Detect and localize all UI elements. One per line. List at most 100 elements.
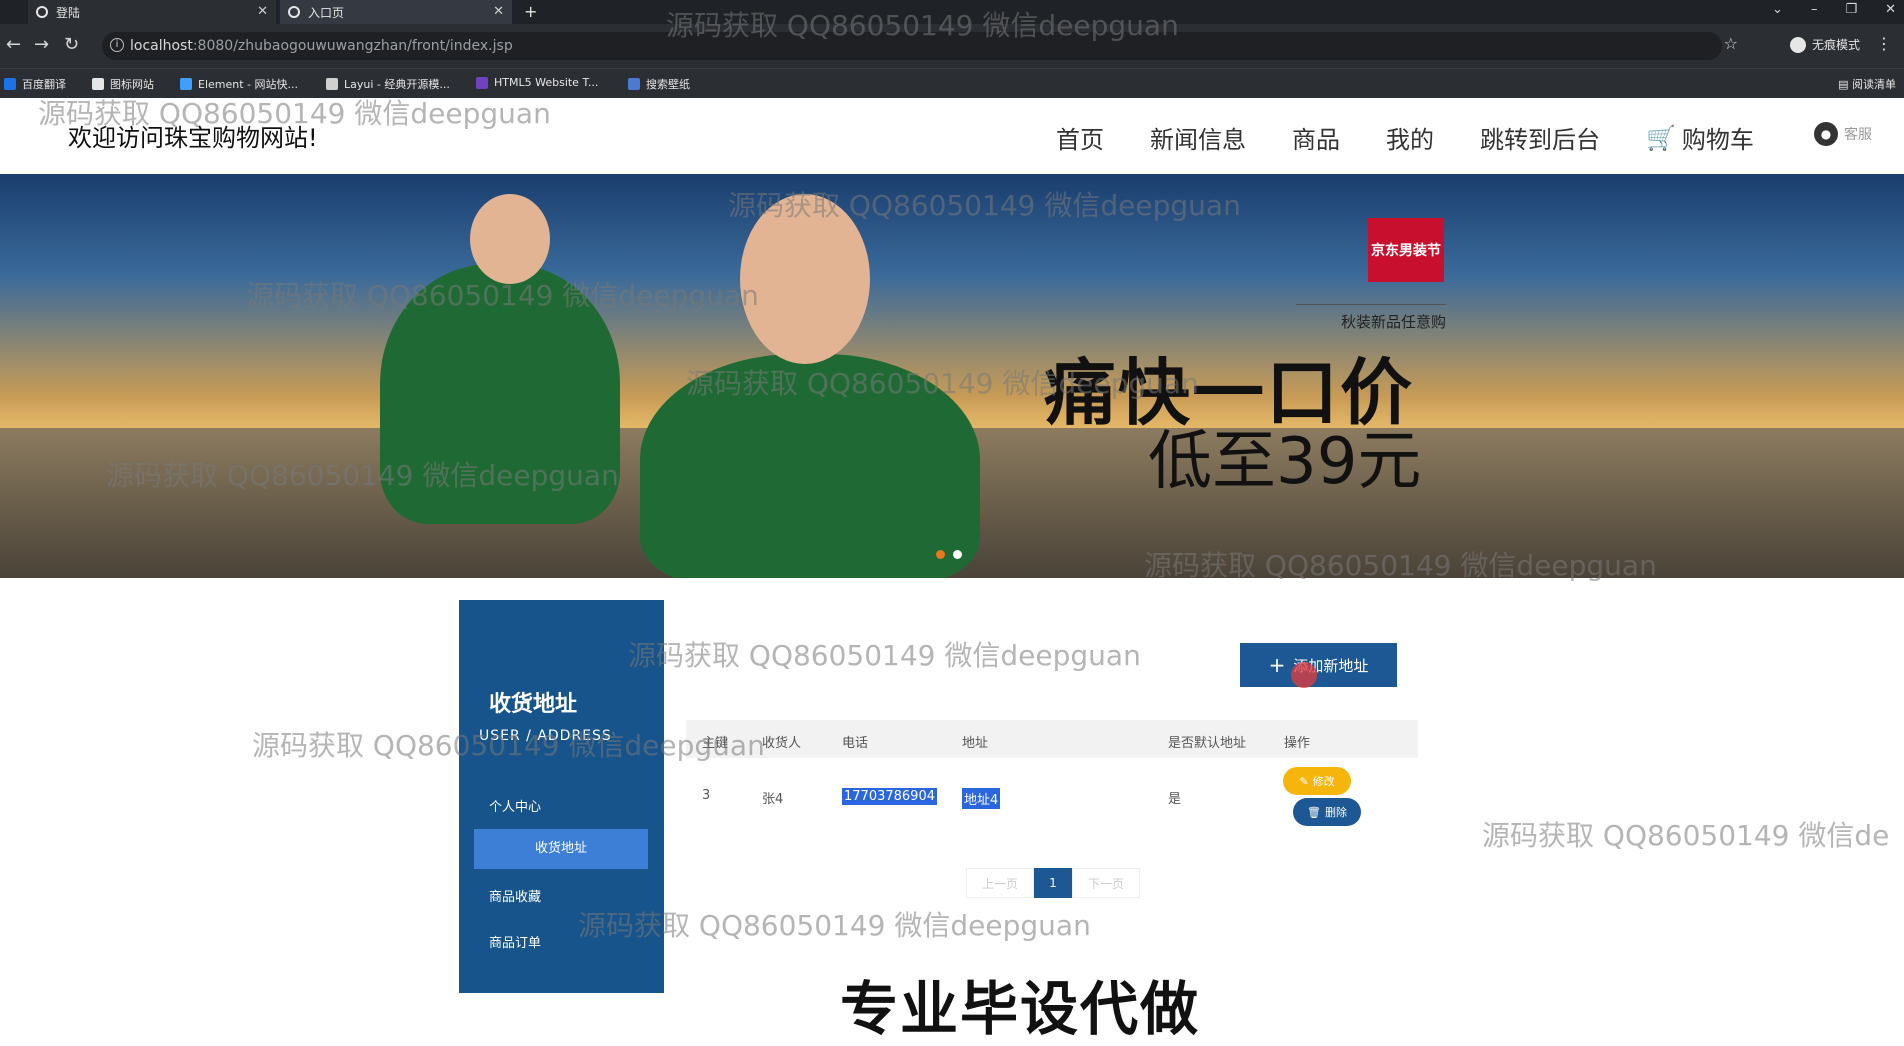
nav-products[interactable]: 商品 <box>1292 120 1340 155</box>
flag-icon <box>92 78 104 90</box>
carousel-dot[interactable] <box>953 550 962 559</box>
address-bar[interactable]: i localhost:8080/zhubaogouwuwangzhan/fro… <box>102 32 1722 60</box>
add-address-button[interactable]: + 添加新地址 <box>1240 643 1397 687</box>
banner-model-right <box>640 354 980 578</box>
tab-favicon-icon <box>36 6 48 18</box>
browser-tab-active[interactable]: 入口页 ✕ <box>280 0 512 24</box>
forward-icon[interactable]: → <box>34 34 49 55</box>
nav-mine[interactable]: 我的 <box>1386 120 1434 155</box>
reading-list-icon: ▤ <box>1838 78 1852 91</box>
layui-icon <box>326 78 338 90</box>
user-sidebar: 收货地址 USER / ADDRESS 个人中心 收货地址 商品收藏 商品订单 <box>459 600 664 993</box>
site-info-icon[interactable]: i <box>110 38 124 52</box>
column-header: 电话 <box>842 736 869 751</box>
sidebar-item-address[interactable]: 收货地址 <box>474 829 648 869</box>
bookmark-label: HTML5 Website T... <box>494 76 599 89</box>
customer-service[interactable]: ● 客服 <box>1814 122 1872 146</box>
tab-favicon-icon <box>288 6 300 18</box>
welcome-text: 欢迎访问珠宝购物网站! <box>68 124 318 152</box>
banner-model-right-head <box>740 194 870 364</box>
new-tab-icon[interactable]: + <box>524 2 537 21</box>
html5-icon <box>476 76 488 89</box>
watermark: 源码获取 QQ86050149 微信deepguan <box>628 639 1141 672</box>
bookmark-star-icon[interactable]: ☆ <box>1724 34 1738 53</box>
column-header: 收货人 <box>762 736 802 751</box>
next-page-button[interactable]: 下一页 <box>1072 868 1140 898</box>
tab-search-icon[interactable]: ⌄ <box>1772 2 1783 17</box>
hero-banner[interactable]: 京东男装节 秋装新品任意购 痛快一口价 低至39元 <box>0 174 1904 578</box>
reading-list-label: 阅读清单 <box>1852 78 1896 91</box>
banner-model-left-head <box>470 194 550 284</box>
edit-button[interactable]: ✎ 修改 <box>1283 767 1351 795</box>
prev-page-button[interactable]: 上一页 <box>966 868 1034 898</box>
browser-tab-strip: 登陆 ✕ 入口页 ✕ + ⌄ – ❐ ✕ <box>0 0 1904 24</box>
banner-model-left <box>380 264 620 524</box>
cart-icon: 🛒 <box>1646 123 1676 152</box>
cell-address: 地址4 <box>962 788 1001 809</box>
delete-label: 删除 <box>1324 806 1347 819</box>
sidebar-subtitle: USER / ADDRESS <box>479 728 612 744</box>
address-host: localhost <box>130 38 193 54</box>
column-header: 地址 <box>962 736 989 751</box>
wechat-icon: ● <box>1814 122 1838 146</box>
sidebar-item-orders[interactable]: 商品订单 <box>489 932 541 951</box>
sidebar-item-favorites[interactable]: 商品收藏 <box>489 886 541 905</box>
trash-icon: 🗑 <box>1307 805 1321 819</box>
bookmark-item[interactable]: 搜索壁纸 <box>628 76 690 92</box>
translate-icon <box>4 78 16 90</box>
column-header: 是否默认地址 <box>1168 736 1247 751</box>
nav-cart-label: 购物车 <box>1681 126 1754 154</box>
carousel-dots <box>936 550 962 559</box>
plus-icon: + <box>1268 653 1286 677</box>
column-header: 主键 <box>702 736 729 751</box>
window-close-icon[interactable]: ✕ <box>1885 2 1896 17</box>
site-header: 欢迎访问珠宝购物网站! 首页 新闻信息 商品 我的 跳转到后台 🛒 购物车 ● 客… <box>0 98 1904 174</box>
edit-label: 修改 <box>1312 775 1335 788</box>
incognito-label: 无痕模式 <box>1811 38 1860 52</box>
wallpaper-icon <box>628 78 640 90</box>
reading-list[interactable]: ▤ 阅读清单 <box>1838 76 1896 92</box>
browser-toolbar: ← → ↻ i localhost:8080/zhubaogouwuwangzh… <box>0 24 1904 68</box>
back-icon[interactable]: ← <box>6 34 21 55</box>
cell-id: 3 <box>702 788 711 803</box>
bookmark-item[interactable]: Layui - 经典开源模... <box>326 76 450 92</box>
delete-button[interactable]: 🗑 删除 <box>1293 798 1361 826</box>
bookmark-item[interactable]: 百度翻译 <box>4 76 66 92</box>
reload-icon[interactable]: ↻ <box>64 34 79 55</box>
cursor-highlight <box>1291 662 1317 688</box>
bookmark-label: 图标网站 <box>110 78 154 91</box>
browser-menu-icon[interactable]: ⋮ <box>1876 34 1892 53</box>
address-path: :8080/zhubaogouwuwangzhan/front/index.js… <box>192 38 513 54</box>
bookmark-label: 搜索壁纸 <box>646 78 690 91</box>
bookmark-label: Layui - 经典开源模... <box>344 78 450 91</box>
overlay-footer-text: 专业毕设代做 <box>840 975 1201 1043</box>
watermark: 源码获取 QQ86050149 微信de <box>1482 819 1890 852</box>
nav-home[interactable]: 首页 <box>1056 120 1104 155</box>
cell-default: 是 <box>1168 792 1182 807</box>
nav-cart[interactable]: 🛒 购物车 <box>1646 120 1754 155</box>
carousel-dot[interactable] <box>936 550 945 559</box>
browser-tab[interactable]: 登陆 ✕ <box>28 0 276 24</box>
bookmark-item[interactable]: HTML5 Website T... <box>476 76 598 89</box>
cell-phone: 17703786904 <box>842 788 937 805</box>
close-icon[interactable]: ✕ <box>257 4 268 19</box>
incognito-indicator[interactable]: 无痕模式 <box>1789 36 1860 53</box>
banner-price: 低至39元 <box>1148 425 1422 499</box>
banner-subtitle: 秋装新品任意购 <box>1296 304 1446 332</box>
restore-icon[interactable]: ❐ <box>1845 2 1857 17</box>
nav-news[interactable]: 新闻信息 <box>1150 120 1246 155</box>
customer-service-label: 客服 <box>1844 127 1872 143</box>
bookmark-item[interactable]: Element - 网站快... <box>180 76 298 92</box>
sidebar-item-profile[interactable]: 个人中心 <box>489 796 541 815</box>
element-icon <box>180 78 192 90</box>
nav-admin[interactable]: 跳转到后台 <box>1480 120 1600 155</box>
main-nav: 首页 新闻信息 商品 我的 跳转到后台 🛒 购物车 <box>1056 120 1754 155</box>
bookmark-item[interactable]: 图标网站 <box>92 76 154 92</box>
address-table-header: 主键 收货人 电话 地址 是否默认地址 操作 <box>686 720 1418 758</box>
minimize-icon[interactable]: – <box>1811 2 1818 17</box>
current-page[interactable]: 1 <box>1034 868 1072 898</box>
close-icon[interactable]: ✕ <box>493 4 504 19</box>
bookmark-label: 百度翻译 <box>22 78 66 91</box>
brand-logo: 京东男装节 <box>1368 218 1444 282</box>
tab-title: 入口页 <box>308 5 345 20</box>
